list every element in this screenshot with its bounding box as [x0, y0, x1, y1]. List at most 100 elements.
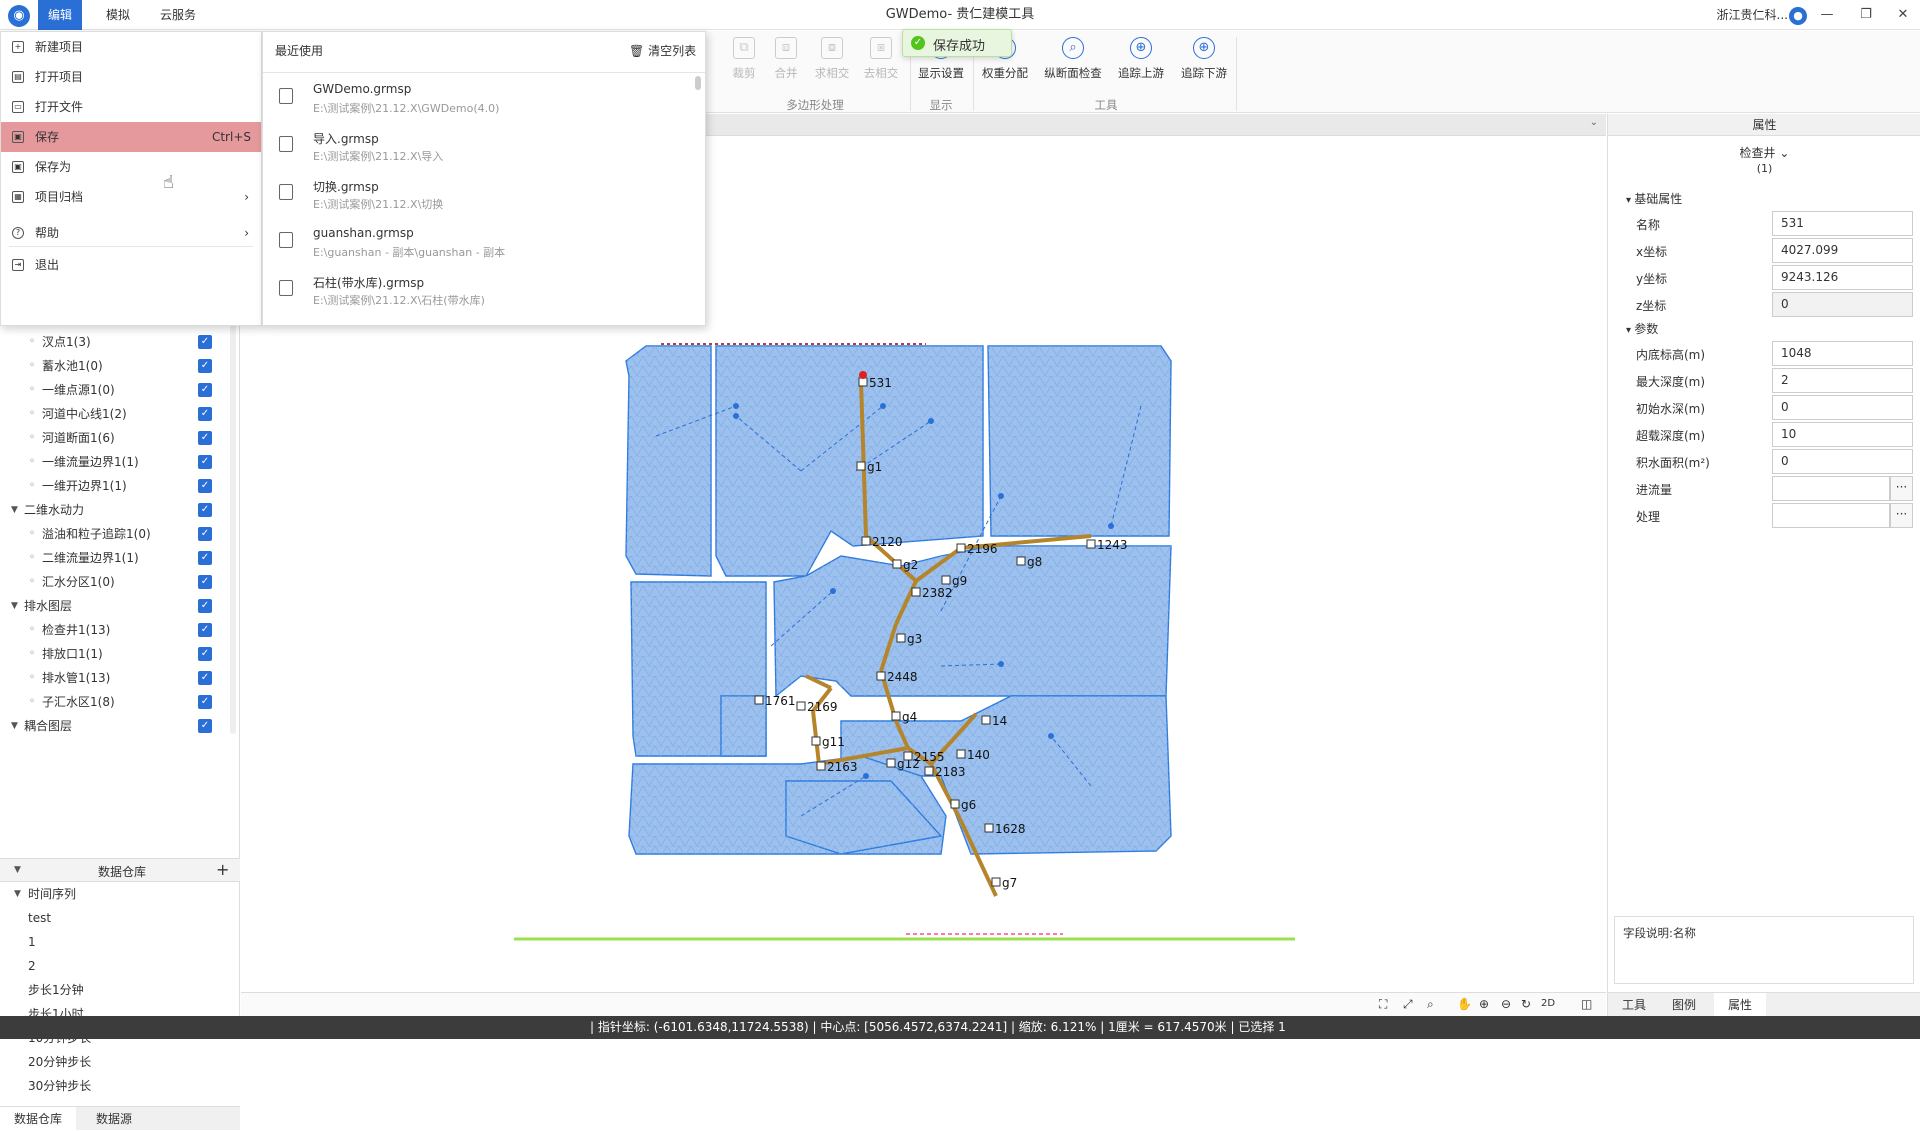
- manhole-node[interactable]: [956, 543, 966, 553]
- layer-visibility-checkbox[interactable]: ✓: [198, 671, 212, 685]
- manhole-node[interactable]: [991, 877, 1001, 887]
- add-icon[interactable]: +: [216, 860, 229, 879]
- property-value-input[interactable]: [1772, 476, 1890, 501]
- manhole-node[interactable]: [903, 751, 913, 761]
- layer-visibility-checkbox[interactable]: ✓: [198, 575, 212, 589]
- layer-visibility-checkbox[interactable]: ✓: [198, 359, 212, 373]
- layer-item[interactable]: ◦ 蓄水池1(0) ✓: [0, 354, 240, 378]
- layer-item[interactable]: ◦ 汇水分区1(0) ✓: [0, 570, 240, 594]
- layer-item[interactable]: ◦ 检查井1(13) ✓: [0, 618, 240, 642]
- manhole-node[interactable]: [911, 587, 921, 597]
- manhole-node[interactable]: [924, 766, 934, 776]
- tab-data-source[interactable]: 数据源: [82, 1107, 146, 1131]
- layer-item[interactable]: ◦ 溢油和粒子追踪1(0) ✓: [0, 522, 240, 546]
- more-options-button[interactable]: ···: [1890, 476, 1913, 501]
- manhole-node[interactable]: [981, 715, 991, 725]
- manhole-node[interactable]: [811, 736, 821, 746]
- tab-properties[interactable]: 属性: [1714, 993, 1767, 1017]
- layer-item[interactable]: ◦ 一维开边界1(1) ✓: [0, 474, 240, 498]
- property-section-header[interactable]: ▾ 参数: [1626, 320, 1658, 337]
- file-menu-item[interactable]: ▣ 保存 Ctrl+S: [1, 122, 261, 152]
- time-series-item[interactable]: 步长1分钟: [0, 978, 240, 1002]
- layer-item[interactable]: ◦ 排水管1(13) ✓: [0, 666, 240, 690]
- property-value-input[interactable]: 1048: [1772, 341, 1913, 366]
- time-series-item[interactable]: test: [0, 906, 240, 930]
- file-menu-item[interactable]: + 新建项目: [1, 32, 261, 62]
- manhole-node[interactable]: [861, 536, 871, 546]
- pan-hand-icon[interactable]: ✋: [1457, 997, 1472, 1011]
- manhole-node[interactable]: [896, 633, 906, 643]
- time-series-item[interactable]: 1: [0, 930, 240, 954]
- layer-visibility-checkbox[interactable]: ✓: [198, 647, 212, 661]
- collapse-arrow-icon[interactable]: ▼: [11, 594, 18, 618]
- file-menu-item[interactable]: ▭ 打开文件: [1, 92, 261, 122]
- manhole-node[interactable]: [886, 758, 896, 768]
- layer-visibility-checkbox[interactable]: ✓: [198, 335, 212, 349]
- manhole-node[interactable]: [858, 377, 868, 387]
- layer-visibility-checkbox[interactable]: ✓: [198, 383, 212, 397]
- collapse-arrow-icon[interactable]: ▼: [11, 714, 18, 738]
- property-value-input[interactable]: 9243.126: [1772, 265, 1913, 290]
- property-value-input[interactable]: 531: [1772, 211, 1913, 236]
- manhole-node[interactable]: [891, 711, 901, 721]
- manhole-node[interactable]: [1086, 539, 1096, 549]
- property-section-header[interactable]: ▾ 基础属性: [1626, 190, 1682, 207]
- layer-item[interactable]: ▼ 二维水动力 ✓: [0, 498, 240, 522]
- manhole-node[interactable]: [984, 823, 994, 833]
- layer-visibility-checkbox[interactable]: ✓: [198, 455, 212, 469]
- restore-button[interactable]: ❐: [1845, 0, 1887, 30]
- property-value-input[interactable]: 2: [1772, 368, 1913, 393]
- layer-visibility-checkbox[interactable]: ✓: [198, 527, 212, 541]
- property-value-input[interactable]: 4027.099: [1772, 238, 1913, 263]
- manhole-node[interactable]: [1016, 556, 1026, 566]
- layer-item[interactable]: ◦ 河道断面1(6) ✓: [0, 426, 240, 450]
- layer-item[interactable]: ◦ 二维流量边界1(1) ✓: [0, 546, 240, 570]
- file-menu-item[interactable]: ▤ 打开项目: [1, 62, 261, 92]
- refresh-icon[interactable]: ↻: [1521, 997, 1531, 1011]
- layer-visibility-checkbox[interactable]: ✓: [198, 479, 212, 493]
- time-series-group[interactable]: ▼ 时间序列: [0, 882, 240, 906]
- recent-file-item[interactable]: 导入.grmsp E:\测试案例\21.12.X\导入: [263, 122, 703, 170]
- time-series-item[interactable]: 30分钟步长: [0, 1074, 240, 1098]
- manhole-node[interactable]: [856, 461, 866, 471]
- tab-data-store[interactable]: 数据仓库: [0, 1107, 77, 1131]
- manhole-node[interactable]: [876, 671, 886, 681]
- recent-file-item[interactable]: 切换.grmsp E:\测试案例\21.12.X\切换: [263, 170, 703, 218]
- recent-file-item[interactable]: 石柱(带水库).grmsp E:\测试案例\21.12.X\石柱(带水库): [263, 266, 703, 314]
- layer-visibility-checkbox[interactable]: ✓: [198, 551, 212, 565]
- menu-tab-simulate[interactable]: 模拟: [96, 0, 140, 30]
- property-value-input[interactable]: 0: [1772, 395, 1913, 420]
- layer-item[interactable]: ◦ 排放口1(1) ✓: [0, 642, 240, 666]
- split-view-icon[interactable]: ◫: [1581, 997, 1592, 1011]
- zoom-in-icon[interactable]: ⊕: [1479, 997, 1489, 1011]
- minimize-button[interactable]: —: [1806, 0, 1848, 30]
- clear-list-button[interactable]: 🗑 清空列表: [629, 42, 696, 59]
- chevron-down-icon[interactable]: ⌄: [1590, 117, 1598, 128]
- property-value-input[interactable]: 0: [1772, 449, 1913, 474]
- layer-visibility-checkbox[interactable]: ✓: [198, 431, 212, 445]
- close-button[interactable]: ✕: [1882, 0, 1920, 30]
- layer-visibility-checkbox[interactable]: ✓: [198, 599, 212, 613]
- layer-visibility-checkbox[interactable]: ✓: [198, 407, 212, 421]
- file-menu-item[interactable]: ⇥ 退出: [1, 250, 261, 280]
- layer-item[interactable]: ◦ 一维点源1(0) ✓: [0, 378, 240, 402]
- layer-visibility-checkbox[interactable]: ✓: [198, 503, 212, 517]
- zoom-out-icon[interactable]: ⊖: [1501, 997, 1511, 1011]
- layer-item[interactable]: ▼ 耦合图层 ✓: [0, 714, 240, 738]
- menu-tab-edit[interactable]: 编辑: [38, 0, 83, 30]
- layer-visibility-checkbox[interactable]: ✓: [198, 719, 212, 733]
- manhole-node[interactable]: [956, 749, 966, 759]
- selected-node-marker[interactable]: [859, 371, 867, 379]
- manhole-node[interactable]: [796, 701, 806, 711]
- recent-file-item[interactable]: guanshan.grmsp E:\guanshan - 副本\guanshan …: [263, 218, 703, 266]
- layer-item[interactable]: ◦ 汊点1(3) ✓: [0, 330, 240, 354]
- layer-item[interactable]: ◦ 一维流量边界1(1) ✓: [0, 450, 240, 474]
- layer-item[interactable]: ◦ 子汇水区1(8) ✓: [0, 690, 240, 714]
- collapse-arrow-icon[interactable]: ▼: [11, 498, 18, 522]
- file-menu-item[interactable]: ? 帮助 ›: [1, 218, 261, 248]
- trace-upstream-button[interactable]: ⊕ 追踪上游: [1113, 37, 1169, 81]
- intersect-button[interactable]: ⧇ 求相交: [804, 37, 860, 81]
- object-type-select[interactable]: 检查井 ⌄: [1608, 144, 1920, 161]
- manhole-node[interactable]: [941, 575, 951, 585]
- property-value-input[interactable]: [1772, 503, 1890, 528]
